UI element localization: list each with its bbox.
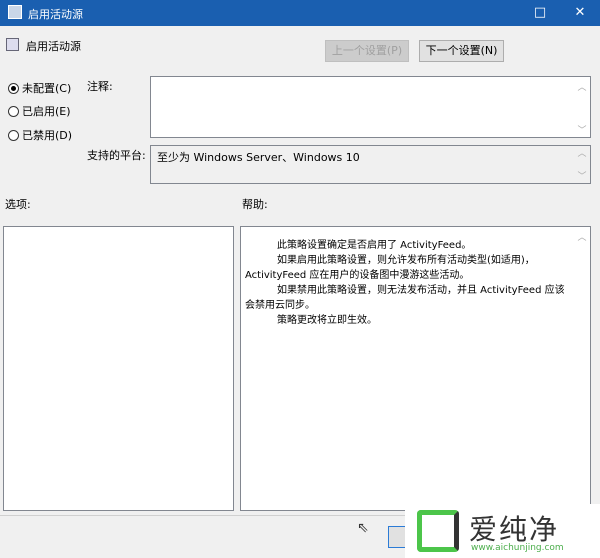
- radio-circle: [8, 129, 19, 141]
- radio-disabled[interactable]: 已禁用(D): [8, 127, 72, 143]
- watermark-logo-icon: [417, 510, 459, 552]
- help-pane: 此策略设置确定是否启用了 ActivityFeed。 如果启用此策略设置，则允许…: [240, 226, 591, 511]
- help-paragraph: 策略更改将立即生效。: [277, 315, 377, 326]
- options-label: 选项:: [5, 198, 31, 211]
- radio-label: 已启用(E): [22, 105, 71, 118]
- policy-icon: [6, 38, 19, 51]
- scrollbar[interactable]: ︿ ﹀: [574, 146, 590, 183]
- watermark-name: 爱纯净: [469, 513, 560, 546]
- prev-setting-button[interactable]: 上一个设置(P): [325, 40, 409, 62]
- policy-title: 启用活动源: [26, 40, 81, 53]
- platform-label: 支持的平台:: [87, 149, 146, 162]
- help-paragraph: 此策略设置确定是否启用了 ActivityFeed。: [277, 240, 472, 251]
- platform-field: 至少为 Windows Server、Windows 10 ︿ ﹀: [150, 145, 591, 184]
- radio-label: 已禁用(D): [22, 129, 73, 142]
- comment-input[interactable]: ︿ ﹀: [150, 76, 591, 138]
- window-title: 启用活动源: [28, 8, 83, 21]
- options-pane: [3, 226, 234, 511]
- help-paragraph: 如果禁用此策略设置，则无法发布活动，并且 ActivityFeed 应该会禁用云…: [245, 285, 565, 311]
- radio-circle: [8, 105, 19, 117]
- app-icon: [8, 5, 22, 19]
- radio-circle: [8, 82, 19, 94]
- radio-enabled[interactable]: 已启用(E): [8, 103, 71, 119]
- help-label: 帮助:: [242, 198, 268, 211]
- radio-label: 未配置(C): [22, 82, 72, 95]
- close-button[interactable]: ✕: [560, 0, 600, 26]
- watermark-url: www.aichunjing.com: [471, 543, 564, 553]
- title-bar: 启用活动源 □ ✕: [0, 0, 600, 26]
- platform-value: 至少为 Windows Server、Windows 10: [157, 151, 360, 164]
- scrollbar[interactable]: ︿: [574, 227, 590, 510]
- maximize-button[interactable]: □: [520, 0, 560, 26]
- scrollbar[interactable]: ︿ ﹀: [574, 77, 590, 137]
- comment-label: 注释:: [87, 80, 113, 93]
- next-setting-button[interactable]: 下一个设置(N): [419, 40, 504, 62]
- cursor-icon: ⇖: [357, 520, 369, 536]
- radio-not-configured[interactable]: 未配置(C): [8, 80, 71, 96]
- watermark: 爱纯净 www.aichunjing.com: [405, 504, 600, 558]
- help-paragraph: 如果启用此策略设置，则允许发布所有活动类型(如适用)，ActivityFeed …: [245, 255, 535, 281]
